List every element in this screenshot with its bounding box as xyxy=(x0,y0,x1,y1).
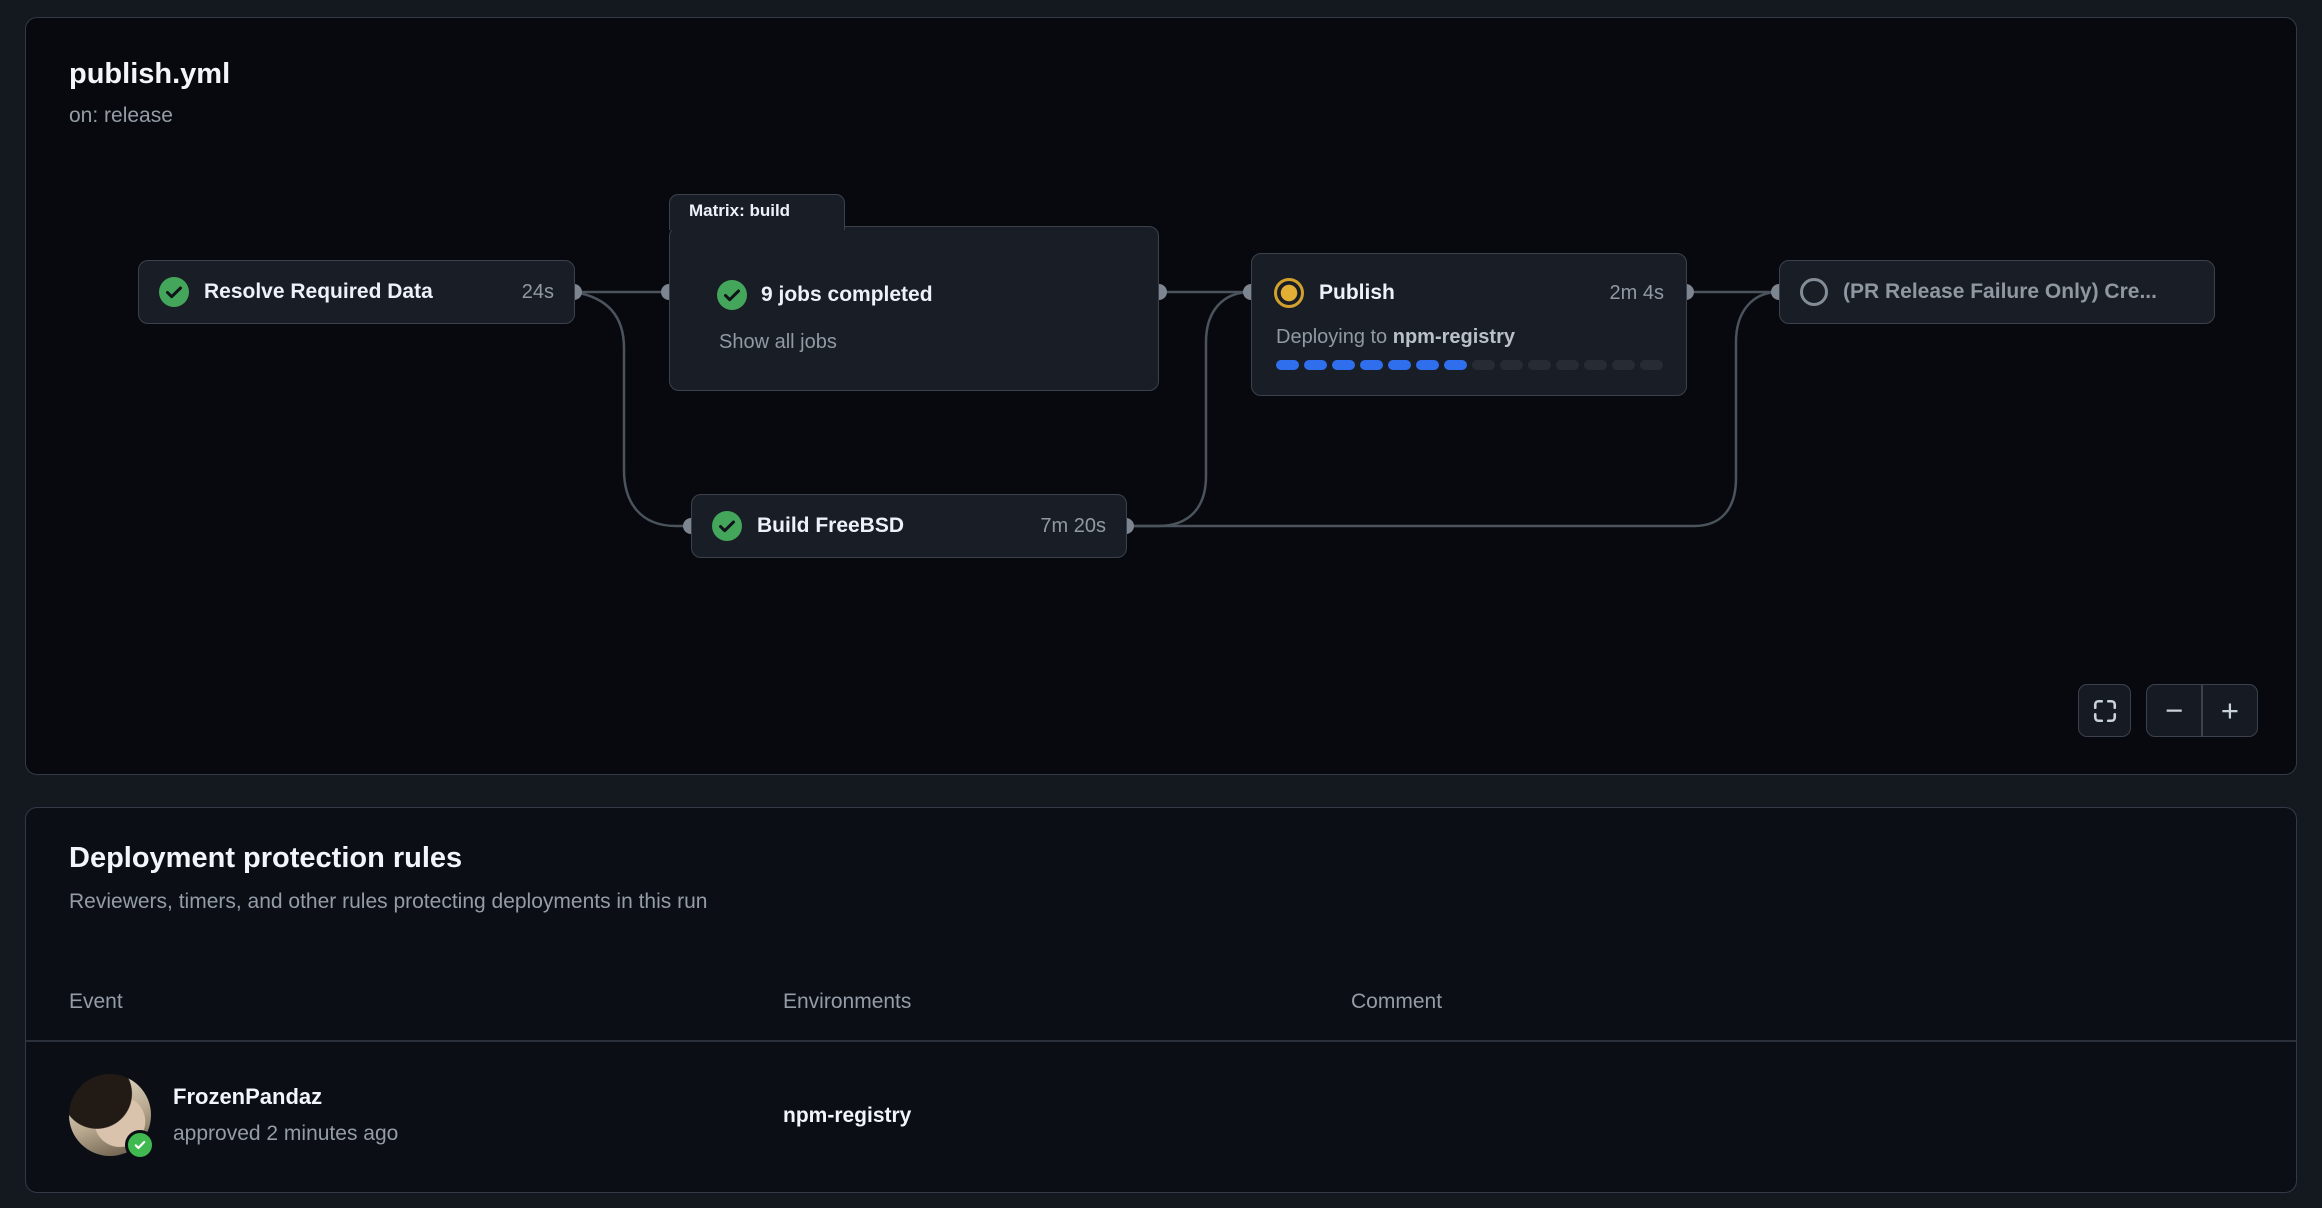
job-node-pr-release-failure[interactable]: (PR Release Failure Only) Cre... xyxy=(1779,260,2215,324)
rules-subheading: Reviewers, timers, and other rules prote… xyxy=(69,890,707,914)
deploy-target: npm-registry xyxy=(1393,326,1515,348)
progress-segment xyxy=(1332,360,1355,370)
check-circle-icon xyxy=(717,280,747,310)
workflow-title: publish.yml xyxy=(69,58,230,91)
rules-heading: Deployment protection rules xyxy=(69,842,462,875)
fullscreen-button[interactable] xyxy=(2078,684,2131,737)
show-all-jobs-link[interactable]: Show all jobs xyxy=(719,331,837,354)
column-header-comment: Comment xyxy=(1351,990,1442,1014)
zoom-in-button[interactable]: + xyxy=(2203,685,2257,736)
deploy-status-text: Deploying to npm-registry xyxy=(1276,326,1515,349)
progress-segment xyxy=(1360,360,1383,370)
workflow-trigger: on: release xyxy=(69,104,173,128)
zoom-out-button[interactable]: − xyxy=(2147,685,2201,736)
column-header-environments: Environments xyxy=(783,990,911,1014)
matrix-tab-label: Matrix: build xyxy=(689,201,790,221)
job-label: (PR Release Failure Only) Cre... xyxy=(1843,280,2194,304)
progress-segment xyxy=(1388,360,1411,370)
job-label: Publish xyxy=(1319,281,1595,305)
avatar[interactable] xyxy=(69,1074,151,1156)
approved-badge-icon xyxy=(125,1130,155,1160)
zoom-controls: − + xyxy=(2146,684,2258,737)
progress-segment xyxy=(1276,360,1299,370)
job-node-build-freebsd[interactable]: Build FreeBSD 7m 20s xyxy=(691,494,1127,558)
empty-circle-icon xyxy=(1800,278,1828,306)
progress-segment xyxy=(1640,360,1663,370)
check-circle-icon xyxy=(712,511,742,541)
progress-circle-icon xyxy=(1274,278,1304,308)
job-node-publish[interactable]: Publish 2m 4s Deploying to npm-registry xyxy=(1251,253,1687,396)
workflow-graph-panel: publish.yml on: release Resolve Required… xyxy=(25,17,2297,775)
deploy-progress-bar xyxy=(1276,360,1663,370)
check-circle-icon xyxy=(159,277,189,307)
column-header-event: Event xyxy=(69,990,123,1014)
table-divider xyxy=(26,1040,2296,1042)
progress-segment xyxy=(1584,360,1607,370)
progress-segment xyxy=(1304,360,1327,370)
progress-segment xyxy=(1500,360,1523,370)
job-duration: 2m 4s xyxy=(1610,282,1664,305)
progress-segment xyxy=(1612,360,1635,370)
job-duration: 24s xyxy=(522,281,554,304)
job-duration: 7m 20s xyxy=(1040,515,1106,538)
progress-segment xyxy=(1472,360,1495,370)
deployment-protection-panel: Deployment protection rules Reviewers, t… xyxy=(25,807,2297,1193)
workflow-edges xyxy=(26,18,2298,776)
approval-status: approved 2 minutes ago xyxy=(173,1122,398,1146)
progress-segment xyxy=(1416,360,1439,370)
progress-segment xyxy=(1444,360,1467,370)
job-node-matrix-build[interactable]: 9 jobs completed Show all jobs xyxy=(669,226,1159,391)
job-label: 9 jobs completed xyxy=(761,283,933,307)
reviewer-name[interactable]: FrozenPandaz xyxy=(173,1084,322,1110)
job-node-resolve-required-data[interactable]: Resolve Required Data 24s xyxy=(138,260,575,324)
matrix-group-tab: Matrix: build xyxy=(669,194,845,230)
job-label: Build FreeBSD xyxy=(757,514,1025,538)
expand-icon xyxy=(2092,698,2118,724)
environment-name[interactable]: npm-registry xyxy=(783,1104,911,1128)
progress-segment xyxy=(1556,360,1579,370)
progress-segment xyxy=(1528,360,1551,370)
job-label: Resolve Required Data xyxy=(204,280,507,304)
